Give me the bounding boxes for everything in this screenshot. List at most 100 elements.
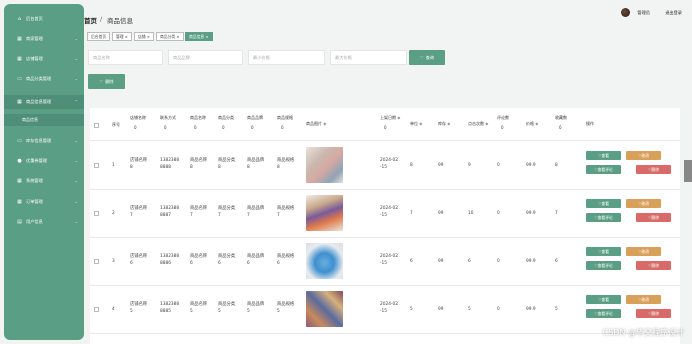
edit-button[interactable]: ♡ 修改	[626, 247, 661, 256]
cell-clicks: 9	[468, 163, 471, 168]
cell-text: 8	[277, 165, 280, 170]
cell-text: 商品分类	[218, 158, 236, 163]
search-button[interactable]: ♡ 查询	[409, 50, 445, 65]
product-image[interactable]	[306, 291, 343, 327]
sidebar-item-product[interactable]: ▦ 商品信息管理 ⌃	[4, 95, 84, 109]
product-image[interactable]	[306, 195, 343, 231]
chevron-down-icon: ⌄	[74, 199, 78, 204]
sidebar-item-stock[interactable]: ▭ 库存信息管理 ⌄	[4, 134, 84, 148]
view-button[interactable]: ♡ 查看	[586, 295, 621, 304]
table-row: 1 店铺名称 8 1382388 8888 商品名称 8 商品分类 8 商品品牌 8 商品…	[90, 142, 680, 190]
row-checkbox[interactable]	[94, 259, 99, 264]
header-brand[interactable]: 商品品牌	[247, 115, 263, 121]
header-price[interactable]: 价格 ◆	[526, 121, 538, 127]
view-button[interactable]: ♡ 查看	[586, 151, 621, 160]
sidebar-item-label: 用户信息	[26, 219, 43, 224]
tab-shop[interactable]: 店铺 ×	[134, 32, 154, 41]
product-image[interactable]	[306, 147, 343, 183]
header-image[interactable]: 商品图片 ◆	[306, 121, 326, 127]
cell-unit: 5	[410, 307, 413, 312]
cell-contact: 1382388 8887	[160, 205, 179, 219]
cell-text: 8	[247, 165, 250, 170]
header-clicks[interactable]: 点击次数 ◆	[468, 121, 488, 127]
row-checkbox[interactable]	[94, 307, 99, 312]
max-price-input[interactable]: 最大价格	[330, 50, 407, 65]
sidebar-subitem-product-info[interactable]: 商品信息	[4, 114, 84, 126]
view-button[interactable]: ♡ 查看	[586, 247, 621, 256]
logout-link[interactable]: 退出登录	[665, 10, 682, 16]
sidebar-item-system[interactable]: ▦ 系统管理 ⌄	[4, 174, 84, 188]
header-shop-name[interactable]: 店铺名称	[130, 115, 146, 121]
cell-contact: 1382388 8885	[160, 301, 179, 315]
cell-brand: 商品品牌 8	[247, 157, 264, 171]
cell-text: 7	[247, 213, 250, 218]
sidebar-item-merchant[interactable]: ▦ 商家管理 ⌄	[4, 32, 84, 46]
view-reviews-button[interactable]: ♡ 查看评论	[586, 213, 621, 222]
delete-button[interactable]: ♡ 删除	[636, 261, 671, 270]
header-spec[interactable]: 商品规格	[277, 115, 293, 121]
chevron-down-icon: ⌄	[74, 158, 78, 163]
batch-delete-button[interactable]: ♡ 删除	[88, 74, 125, 89]
sidebar-item-home[interactable]: ⌂ 后台首页	[4, 12, 84, 26]
cell-unit: 8	[410, 163, 413, 168]
header-product-name[interactable]: 商品名称	[190, 115, 206, 121]
view-reviews-button[interactable]: ♡ 查看评论	[586, 309, 621, 318]
cell-price: 99.9	[526, 163, 536, 168]
header-zero: 0	[134, 125, 137, 130]
cell-index: 1	[112, 163, 115, 168]
header-contact[interactable]: 联系方式	[160, 115, 176, 121]
top-bar: 首页 / 商品信息 管理员 退出登录	[84, 0, 692, 32]
header-favorites[interactable]: 收藏数	[555, 115, 567, 121]
delete-button[interactable]: ♡ 删除	[636, 165, 671, 174]
header-stock[interactable]: 库存 ◆	[438, 121, 450, 127]
cell-text: 1382388	[160, 158, 180, 163]
home-icon: ⌂	[17, 15, 22, 22]
product-image[interactable]	[306, 243, 343, 279]
cell-date: 2024-02 -15	[380, 157, 398, 171]
scrollbar-thumb[interactable]	[684, 160, 692, 182]
sidebar-item-users[interactable]: ▤ 用户信息 ⌄	[4, 215, 84, 229]
view-button[interactable]: ♡ 查看	[586, 199, 621, 208]
cell-category: 商品分类 5	[218, 301, 235, 315]
delete-button[interactable]: ♡ 删除	[636, 309, 671, 318]
row-checkbox[interactable]	[94, 211, 99, 216]
min-price-input[interactable]: 最小价格	[248, 50, 325, 65]
breadcrumb-home[interactable]: 首页	[84, 15, 97, 25]
cell-text: -15	[380, 261, 388, 266]
tab-manage[interactable]: 管理 ×	[112, 32, 132, 41]
delete-button[interactable]: ♡ 删除	[636, 213, 671, 222]
cell-clicks: 6	[468, 259, 471, 264]
header-date[interactable]: 上架日期 ◆	[380, 115, 400, 121]
cell-text: -15	[380, 213, 388, 218]
cell-text: 8	[190, 165, 193, 170]
sidebar-item-coupon[interactable]: ● 优惠券管理 ⌄	[4, 154, 84, 168]
edit-button[interactable]: ♡ 修改	[626, 199, 661, 208]
sidebar-subitem-label: 商品信息	[22, 117, 38, 122]
cell-text: 商品名称	[190, 302, 208, 307]
header-category[interactable]: 商品分类	[218, 115, 234, 121]
cell-stock: 99	[438, 163, 444, 168]
cell-text: 5	[247, 309, 250, 314]
cell-text: 商品分类	[218, 302, 236, 307]
sidebar-item-shop[interactable]: ▦ 店铺管理 ⌄	[4, 52, 84, 66]
product-brand-input[interactable]: 商品品牌	[168, 50, 243, 65]
sidebar-item-label: 商品分类管理	[26, 76, 52, 81]
tab-category[interactable]: 商品分类 ×	[156, 32, 184, 41]
product-name-input[interactable]: 商品名称	[88, 50, 163, 65]
breadcrumb-separator: /	[100, 15, 103, 23]
sidebar-item-label: 订单管理	[26, 199, 43, 204]
sidebar-item-category[interactable]: ▭ 商品分类管理 ⌄	[4, 72, 84, 86]
view-reviews-button[interactable]: ♡ 查看评论	[586, 165, 621, 174]
edit-button[interactable]: ♡ 修改	[626, 295, 661, 304]
grid-icon: ▦	[17, 35, 22, 42]
header-unit[interactable]: 单位 ◆	[410, 121, 422, 127]
edit-button[interactable]: ♡ 修改	[626, 151, 661, 160]
cell-text: 商品名称	[190, 158, 208, 163]
row-checkbox[interactable]	[94, 163, 99, 168]
select-all-checkbox[interactable]	[94, 123, 99, 128]
tab-product-info[interactable]: 商品信息 ×	[185, 32, 213, 41]
header-reviews[interactable]: 评论数	[497, 115, 509, 121]
sidebar-item-orders[interactable]: ▦ 订单管理 ⌄	[4, 195, 84, 209]
view-reviews-button[interactable]: ♡ 查看评论	[586, 261, 621, 270]
tab-home[interactable]: 后台首页	[87, 32, 111, 41]
